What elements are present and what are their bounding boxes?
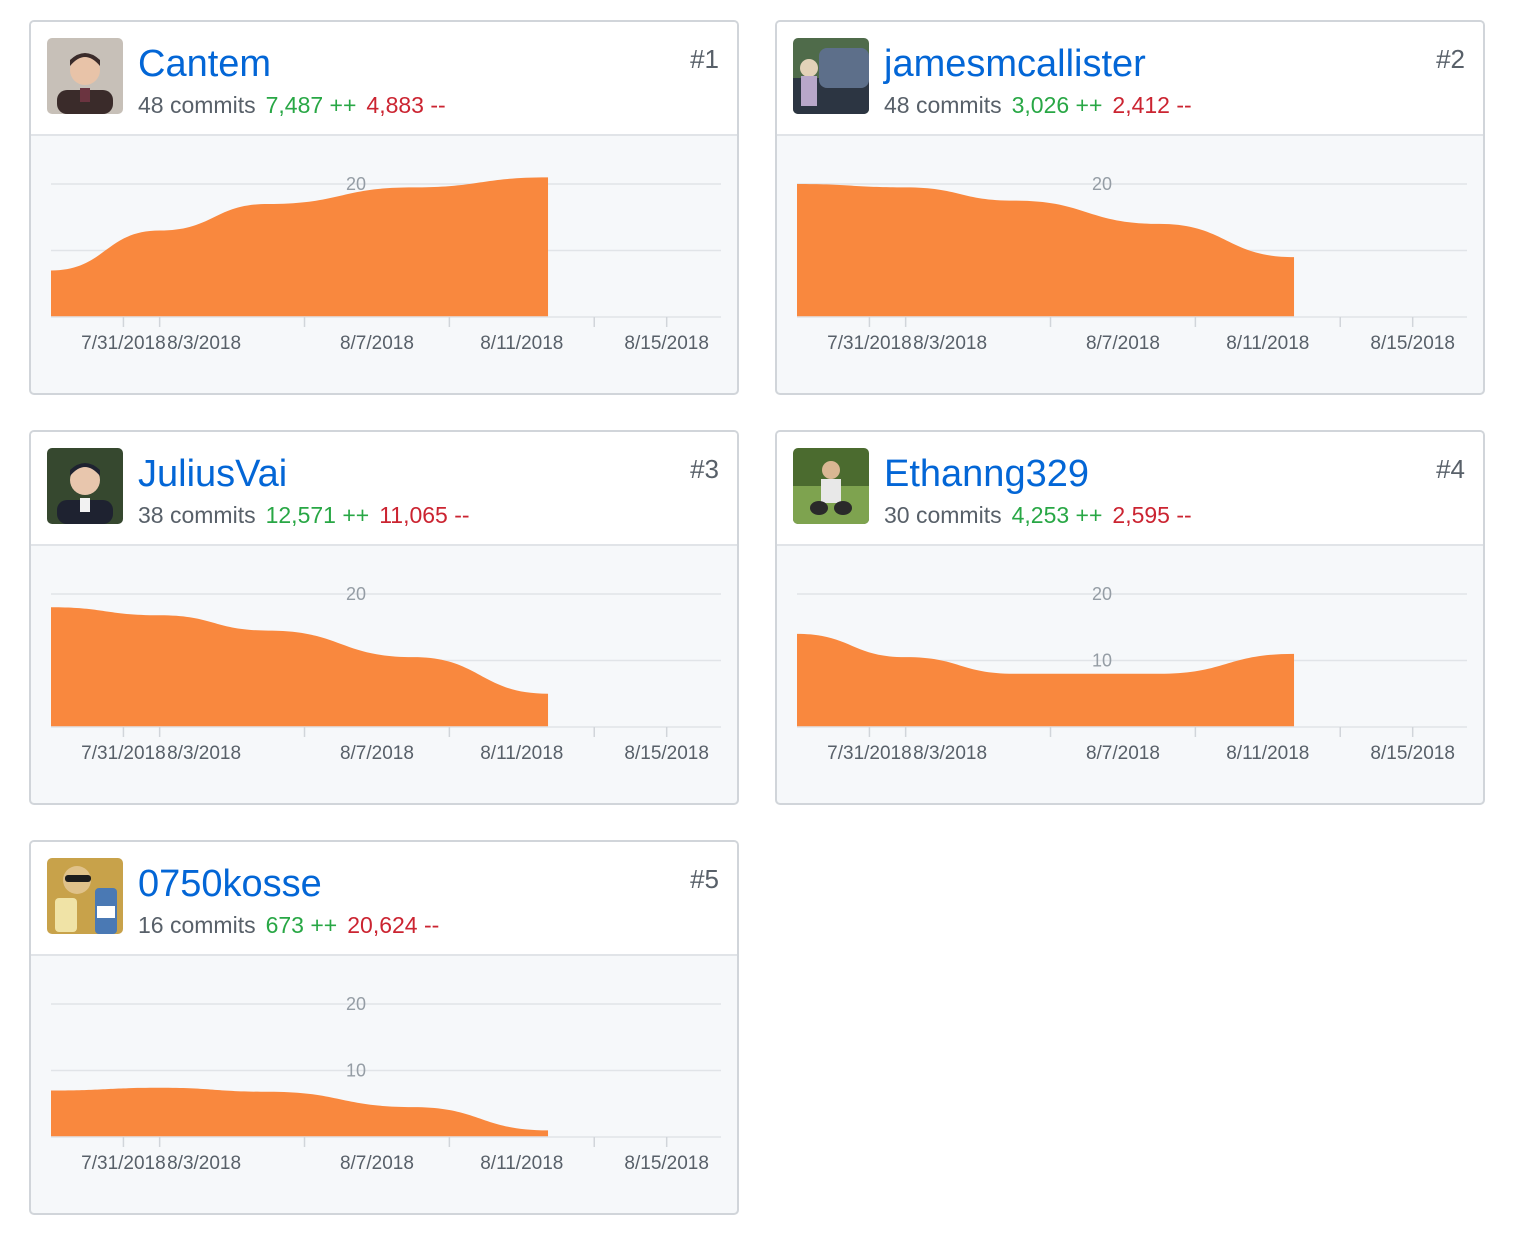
contributor-stats: 38 commits 12,571 ++ 11,065 -- [138, 500, 470, 530]
rank-badge: #2 [1436, 44, 1465, 74]
additions-count: 673 ++ [265, 912, 338, 938]
y-tick-label: 20 [1092, 174, 1112, 194]
x-tick-label: 7/31/2018 [81, 1153, 166, 1174]
commit-count[interactable]: 38 commits [138, 502, 256, 528]
x-tick-label: 8/11/2018 [1226, 743, 1309, 764]
deletions-count: 11,065 -- [379, 502, 470, 528]
y-tick-label: 10 [1092, 651, 1112, 671]
x-tick-label: 7/31/2018 [81, 333, 166, 354]
card-header: jamesmcallister 48 commits 3,026 ++ 2,412 -… [777, 22, 1483, 136]
chart-svg: 20 7/31/2018 8/3/2018 8/7/2018 8/11/2018 8/15… [51, 584, 721, 764]
avatar[interactable] [47, 448, 123, 524]
contributor-stats: 16 commits 673 ++ 20,624 -- [138, 910, 439, 940]
contributor-login-link[interactable]: jamesmcallister [884, 40, 1146, 88]
x-tick-label: 8/15/2018 [1370, 333, 1455, 354]
card-header: Ethanng329 30 commits 4,253 ++ 2,595 -- #4 [777, 432, 1483, 546]
rank-badge: #4 [1436, 454, 1465, 484]
commit-area-chart: 20 10 7/31/2018 8/3/2018 8/7/2018 8/11/2018 8/… [31, 956, 737, 1213]
commit-area-chart: 20 7/31/2018 8/3/2018 8/7/2018 8/11/2018 8/15… [31, 136, 737, 393]
additions-count: 12,571 ++ [265, 502, 370, 528]
x-tick-label: 8/11/2018 [480, 333, 563, 354]
commit-area-series [51, 177, 549, 317]
commit-count[interactable]: 30 commits [884, 502, 1002, 528]
x-tick-label: 8/7/2018 [340, 333, 414, 354]
contributor-stats: 48 commits 7,487 ++ 4,883 -- [138, 90, 446, 120]
x-tick-label: 8/15/2018 [624, 1153, 709, 1174]
y-tick-label: 20 [346, 994, 366, 1014]
deletions-count: 4,883 -- [366, 92, 446, 118]
x-tick-label: 8/3/2018 [913, 333, 987, 354]
avatar[interactable] [47, 38, 123, 114]
contributor-stats: 30 commits 4,253 ++ 2,595 -- [884, 500, 1192, 530]
y-tick-label: 20 [346, 174, 366, 194]
card-header: Cantem 48 commits 7,487 ++ 4,883 -- #1 [31, 22, 737, 136]
x-tick-label: 8/3/2018 [167, 1153, 241, 1174]
commit-area-series [51, 607, 549, 727]
commit-area-chart: 20 7/31/2018 8/3/2018 8/7/2018 8/11/2018 8/15… [31, 546, 737, 803]
contributor-card: Ethanng329 30 commits 4,253 ++ 2,595 -- #4 20… [775, 430, 1485, 805]
contributor-card: Cantem 48 commits 7,487 ++ 4,883 -- #1 20 7/31… [29, 20, 739, 395]
contributor-login-link[interactable]: 0750kosse [138, 860, 322, 908]
x-tick-label: 8/3/2018 [167, 743, 241, 764]
card-header: JuliusVai 38 commits 12,571 ++ 11,065 -- #3 [31, 432, 737, 546]
commit-area-series [797, 184, 1295, 317]
commit-area-series [51, 1087, 549, 1137]
x-tick-label: 8/3/2018 [167, 333, 241, 354]
contributor-card: jamesmcallister 48 commits 3,026 ++ 2,412 -… [775, 20, 1485, 395]
commit-count[interactable]: 16 commits [138, 912, 256, 938]
commit-area-series [797, 633, 1295, 727]
x-tick-label: 7/31/2018 [81, 743, 166, 764]
contributor-stats: 48 commits 3,026 ++ 2,412 -- [884, 90, 1192, 120]
additions-count: 7,487 ++ [265, 92, 357, 118]
deletions-count: 2,412 -- [1112, 92, 1192, 118]
rank-badge: #1 [690, 44, 719, 74]
commit-count[interactable]: 48 commits [884, 92, 1002, 118]
y-tick-label: 20 [346, 584, 366, 604]
rank-badge: #5 [690, 864, 719, 894]
x-tick-label: 8/11/2018 [1226, 333, 1309, 354]
chart-svg: 20 7/31/2018 8/3/2018 8/7/2018 8/11/2018 8/15… [51, 174, 721, 354]
chart-svg: 20 10 7/31/2018 8/3/2018 8/7/2018 8/11/2018 8/… [797, 584, 1467, 764]
card-header: 0750kosse 16 commits 673 ++ 20,624 -- #5 [31, 842, 737, 956]
additions-count: 3,026 ++ [1011, 92, 1103, 118]
x-tick-label: 8/11/2018 [480, 743, 563, 764]
x-tick-label: 8/3/2018 [913, 743, 987, 764]
x-tick-label: 8/7/2018 [1086, 333, 1160, 354]
x-tick-label: 8/7/2018 [340, 1153, 414, 1174]
x-tick-label: 7/31/2018 [827, 743, 912, 764]
additions-count: 4,253 ++ [1011, 502, 1103, 528]
x-tick-label: 8/7/2018 [340, 743, 414, 764]
rank-badge: #3 [690, 454, 719, 484]
avatar[interactable] [47, 858, 123, 934]
contributor-card: JuliusVai 38 commits 12,571 ++ 11,065 -- #3 2… [29, 430, 739, 805]
contributor-login-link[interactable]: Ethanng329 [884, 450, 1089, 498]
avatar[interactable] [793, 448, 869, 524]
commit-area-chart: 20 10 7/31/2018 8/3/2018 8/7/2018 8/11/2018 8/… [777, 546, 1483, 803]
contributor-login-link[interactable]: JuliusVai [138, 450, 287, 498]
x-tick-label: 8/7/2018 [1086, 743, 1160, 764]
commit-count[interactable]: 48 commits [138, 92, 256, 118]
chart-svg: 20 10 7/31/2018 8/3/2018 8/7/2018 8/11/2018 8/… [51, 994, 721, 1174]
y-tick-label: 10 [346, 1061, 366, 1081]
avatar[interactable] [793, 38, 869, 114]
x-tick-label: 8/15/2018 [624, 743, 709, 764]
commit-area-chart: 20 7/31/2018 8/3/2018 8/7/2018 8/11/2018 8/15… [777, 136, 1483, 393]
contributor-card: 0750kosse 16 commits 673 ++ 20,624 -- #5 20 10… [29, 840, 739, 1215]
x-tick-label: 8/15/2018 [1370, 743, 1455, 764]
x-tick-label: 8/11/2018 [480, 1153, 563, 1174]
x-tick-label: 8/15/2018 [624, 333, 709, 354]
deletions-count: 2,595 -- [1112, 502, 1192, 528]
chart-svg: 20 7/31/2018 8/3/2018 8/7/2018 8/11/2018 8/15… [797, 174, 1467, 354]
contributor-login-link[interactable]: Cantem [138, 40, 271, 88]
x-tick-label: 7/31/2018 [827, 333, 912, 354]
deletions-count: 20,624 -- [347, 912, 440, 938]
y-tick-label: 20 [1092, 584, 1112, 604]
